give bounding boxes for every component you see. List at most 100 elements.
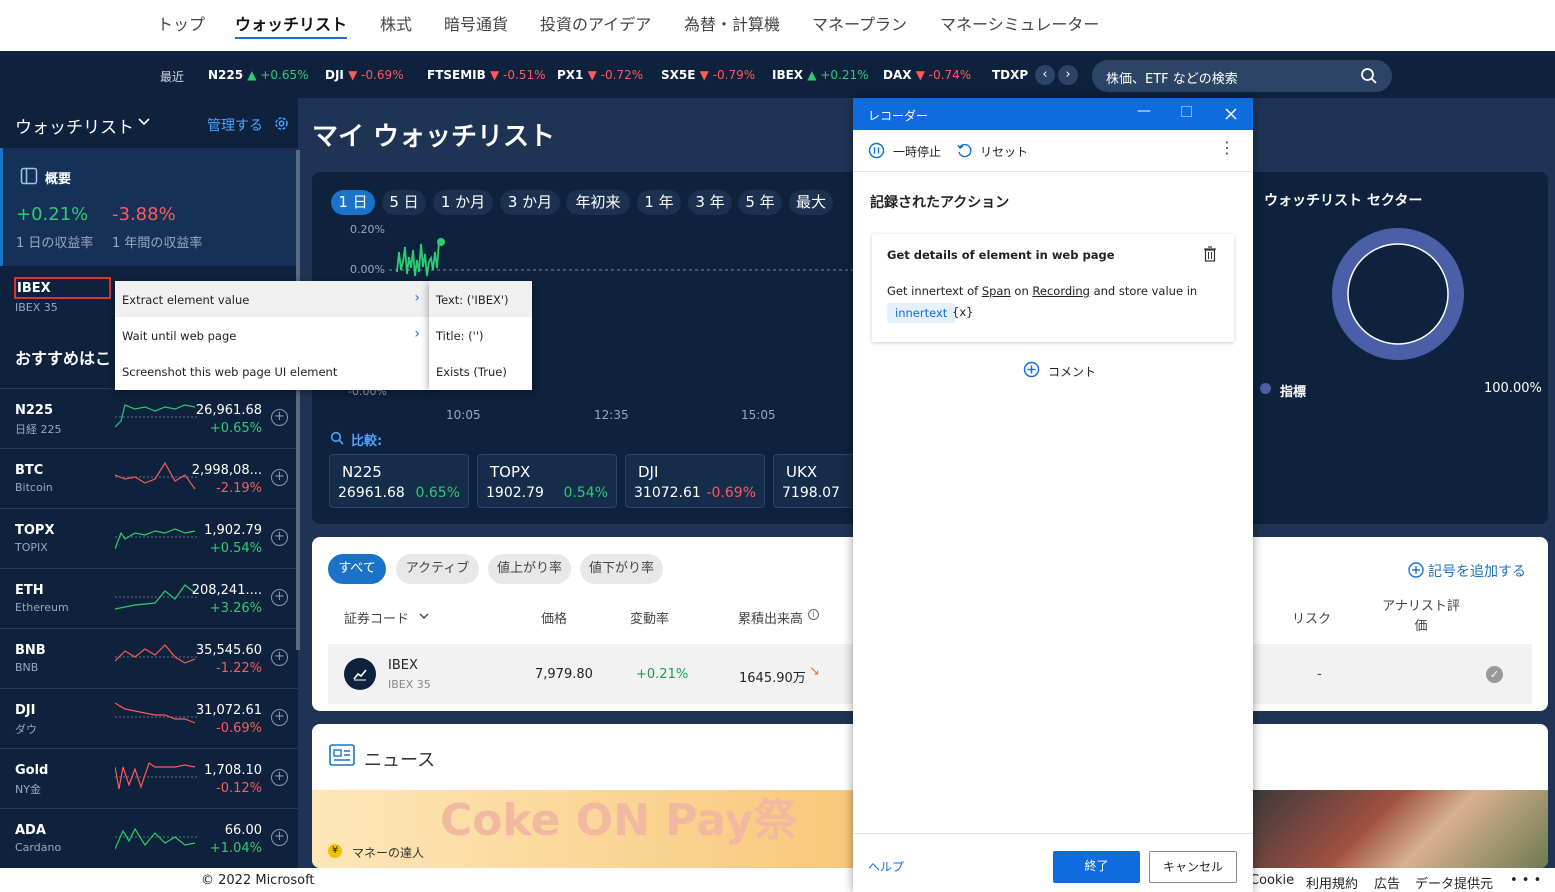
add-comment-button[interactable]: コメント <box>1048 363 1096 380</box>
pause-icon[interactable] <box>868 142 885 159</box>
watchlist-row-bnb[interactable]: BNB BNB 35,545.60 -1.22% + <box>0 628 298 688</box>
header-analyst[interactable]: アナリスト評価 <box>1380 597 1462 637</box>
add-circle-icon[interactable] <box>1408 562 1424 578</box>
add-icon[interactable]: + <box>271 769 288 786</box>
nav-top[interactable]: トップ <box>157 11 205 35</box>
watchlist-row-ada[interactable]: ADA Cardano 66.00 +1.04% + <box>0 808 298 868</box>
compare-label[interactable]: 比較: <box>351 430 382 449</box>
footer-data-providers[interactable]: データ提供元 <box>1415 873 1493 892</box>
search-icon[interactable] <box>1360 67 1378 85</box>
add-icon[interactable]: + <box>271 469 288 486</box>
range-tab[interactable]: 1 年 <box>637 190 681 215</box>
news-food-image[interactable] <box>1253 790 1548 868</box>
header-change[interactable]: 変動率 <box>630 608 669 627</box>
element-link[interactable]: Span <box>982 284 1011 298</box>
range-tab[interactable]: 5 年 <box>738 190 782 215</box>
nav-moneyplan[interactable]: マネープラン <box>812 11 907 35</box>
add-comment-icon[interactable] <box>1023 361 1040 378</box>
recorder-titlebar[interactable]: レコーダー — <box>853 98 1253 130</box>
filter-tab[interactable]: 値上がり率 <box>488 554 571 584</box>
pause-button[interactable]: 一時停止 <box>893 143 941 160</box>
compare-card[interactable]: TOPX 1902.79 0.54% <box>477 454 617 508</box>
footer-cookie[interactable]: Cookie <box>1250 873 1294 888</box>
header-price[interactable]: 価格 <box>541 608 567 627</box>
watchlist-row-btc[interactable]: BTC Bitcoin 2,998,08... -2.19% + <box>0 448 298 508</box>
info-icon[interactable]: i <box>808 609 819 620</box>
ticker-item[interactable]: TDXP <box>992 68 1028 82</box>
range-tab[interactable]: 最大 <box>789 190 833 215</box>
ticker-item[interactable]: SX5E ▼ -0.79% <box>661 68 755 82</box>
maximize-icon[interactable] <box>1181 106 1192 117</box>
nav-simulator[interactable]: マネーシミュレーター <box>940 11 1099 35</box>
finish-button[interactable]: 終了 <box>1053 851 1140 883</box>
filter-tab[interactable]: 値下がり率 <box>580 554 663 584</box>
range-tab[interactable]: 3 年 <box>688 190 732 215</box>
add-symbol-link[interactable]: 記号を追加する <box>1428 561 1526 581</box>
add-icon[interactable]: + <box>271 409 288 426</box>
search-input[interactable]: 株価、ETF などの検索 <box>1092 60 1392 92</box>
header-risk[interactable]: リスク <box>1292 608 1331 627</box>
variable-icon[interactable]: {x} <box>952 305 973 319</box>
chevron-down-icon[interactable] <box>137 117 151 127</box>
add-icon[interactable]: + <box>271 589 288 606</box>
compare-card[interactable]: N225 26961.68 0.65% <box>329 454 469 508</box>
sidebar-title[interactable]: ウォッチリスト <box>15 113 134 138</box>
header-code[interactable]: 証券コード <box>344 608 409 627</box>
menu-wait-until-web-page[interactable]: Wait until web page › <box>115 317 430 353</box>
add-icon[interactable]: + <box>271 529 288 546</box>
nav-crypto[interactable]: 暗号通貨 <box>444 11 508 35</box>
watchlist-row-n225[interactable]: N225 日経 225 26,961.68 +0.65% + <box>0 388 298 448</box>
ticker-item[interactable]: FTSEMIB ▼ -0.51% <box>427 68 545 82</box>
nav-ideas[interactable]: 投資のアイデア <box>540 11 651 35</box>
held-symbol[interactable]: IBEX <box>17 281 51 296</box>
watchlist-row-eth[interactable]: ETH Ethereum 208,241.... +3.26% + <box>0 568 298 628</box>
chevron-left-icon[interactable]: ‹ <box>1035 65 1055 85</box>
ticker-item[interactable]: DAX ▼ -0.74% <box>883 68 971 82</box>
footer-terms[interactable]: 利用規約 <box>1306 873 1358 892</box>
filter-tab[interactable]: すべて <box>328 554 386 584</box>
close-icon[interactable] <box>1225 108 1237 120</box>
cancel-button[interactable]: キャンセル <box>1149 851 1237 883</box>
help-link[interactable]: ヘルプ <box>868 858 904 875</box>
action-card[interactable]: Get details of element in web page Get i… <box>872 234 1234 342</box>
watchlist-row-topx[interactable]: TOPX TOPIX 1,902.79 +0.54% + <box>0 508 298 568</box>
range-tab[interactable]: 3 か月 <box>500 190 560 215</box>
menu-screenshot-element[interactable]: Screenshot this web page UI element <box>115 353 430 389</box>
range-tab[interactable]: 年初来 <box>566 190 630 215</box>
compare-card[interactable]: DJI 31072.61 -0.69% <box>625 454 765 508</box>
ticker-item[interactable]: DJI ▼ -0.69% <box>325 68 404 82</box>
nav-fx[interactable]: 為替・計算機 <box>684 11 780 35</box>
range-tab[interactable]: 5 日 <box>382 190 426 215</box>
submenu-title[interactable]: Title: ('') <box>429 317 532 353</box>
ticker-item[interactable]: PX1 ▼ -0.72% <box>557 68 643 82</box>
submenu-exists[interactable]: Exists (True) <box>429 353 532 389</box>
footer-ads[interactable]: 広告 <box>1374 873 1400 892</box>
add-icon[interactable]: + <box>271 709 288 726</box>
menu-extract-element-value[interactable]: Extract element value › <box>115 281 430 317</box>
minimize-icon[interactable]: — <box>1137 103 1151 119</box>
add-icon[interactable]: + <box>271 649 288 666</box>
nav-watchlist[interactable]: ウォッチリスト <box>235 11 348 39</box>
more-icon[interactable]: • • • <box>1510 873 1541 888</box>
reset-icon[interactable] <box>956 142 973 159</box>
range-tab[interactable]: 1 か月 <box>433 190 493 215</box>
compare-card[interactable]: UKX 7198.07 <box>773 454 855 508</box>
variable-chip[interactable]: innertext <box>887 303 956 323</box>
reset-button[interactable]: リセット <box>980 143 1028 160</box>
chevron-down-icon[interactable] <box>418 612 430 621</box>
news-banner-image[interactable]: Coke ON Pay祭 ¥ マネーの達人 <box>312 790 857 868</box>
nav-stocks[interactable]: 株式 <box>380 11 412 35</box>
ticker-item[interactable]: N225 ▲ +0.65% <box>208 68 309 82</box>
range-tab[interactable]: 1 日 <box>331 190 375 215</box>
submenu-text[interactable]: Text: ('IBEX') <box>429 281 532 317</box>
sidebar-scrollbar[interactable] <box>296 150 300 650</box>
add-icon[interactable]: + <box>271 829 288 846</box>
page-link[interactable]: Recording <box>1032 284 1090 298</box>
manage-link[interactable]: 管理する <box>207 115 263 135</box>
summary-card[interactable]: 概要 +0.21% -3.88% 1 日の収益率 1 年間の収益率 <box>0 148 298 266</box>
watchlist-row-dji[interactable]: DJI ダウ 31,072.61 -0.69% + <box>0 688 298 748</box>
trash-icon[interactable] <box>1203 246 1217 262</box>
watchlist-row-gold[interactable]: Gold NY金 1,708.10 -0.12% + <box>0 748 298 808</box>
filter-tab[interactable]: アクティブ <box>396 554 479 584</box>
header-volume[interactable]: 累積出来高 <box>738 608 803 627</box>
